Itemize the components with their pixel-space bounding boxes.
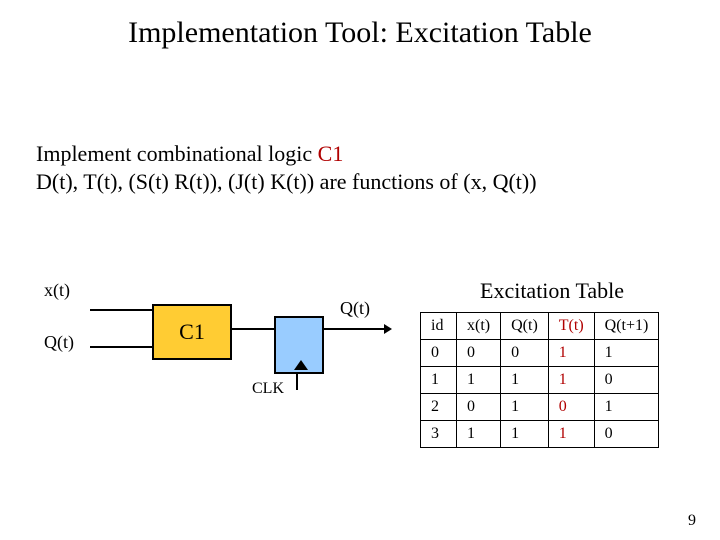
body-line2: D(t), T(t), (S(t) R(t)), (J(t) K(t)) are… bbox=[36, 169, 537, 194]
cell: 0 bbox=[594, 421, 659, 448]
body-text: Implement combinational logic C1 D(t), T… bbox=[36, 140, 537, 195]
block-diagram: x(t) Q(t) Q(t) CLK C1 bbox=[36, 268, 436, 428]
col-qt: Q(t) bbox=[501, 313, 549, 340]
cell: 3 bbox=[421, 421, 457, 448]
cell: 1 bbox=[594, 340, 659, 367]
cell: 1 bbox=[548, 340, 594, 367]
cell: 0 bbox=[457, 394, 501, 421]
flipflop-block bbox=[274, 316, 324, 374]
label-clk: CLK bbox=[252, 380, 284, 398]
table-row: 0 0 0 1 1 bbox=[421, 340, 659, 367]
col-tt: T(t) bbox=[548, 313, 594, 340]
clock-triangle-icon bbox=[294, 360, 308, 370]
cell: 1 bbox=[594, 394, 659, 421]
c1-block-label: C1 bbox=[179, 319, 205, 345]
col-qt1: Q(t+1) bbox=[594, 313, 659, 340]
cell: 1 bbox=[457, 367, 501, 394]
body-line1-pre: Implement combinational logic bbox=[36, 141, 318, 166]
cell: 1 bbox=[457, 421, 501, 448]
cell: 1 bbox=[501, 421, 549, 448]
slide-title: Implementation Tool: Excitation Table bbox=[0, 16, 720, 50]
col-xt: x(t) bbox=[457, 313, 501, 340]
cell: 0 bbox=[548, 394, 594, 421]
cell: 0 bbox=[594, 367, 659, 394]
table-header-row: id x(t) Q(t) T(t) Q(t+1) bbox=[421, 313, 659, 340]
wire-c1-out bbox=[232, 328, 276, 330]
cell: 0 bbox=[501, 340, 549, 367]
cell: 1 bbox=[501, 367, 549, 394]
body-line1-c1: C1 bbox=[318, 141, 344, 166]
table-row: 3 1 1 1 0 bbox=[421, 421, 659, 448]
table-row: 2 0 1 0 1 bbox=[421, 394, 659, 421]
label-xt: x(t) bbox=[44, 280, 70, 301]
wire-q bbox=[90, 346, 152, 348]
excitation-table: id x(t) Q(t) T(t) Q(t+1) 0 0 0 1 1 1 1 1… bbox=[420, 312, 659, 448]
c1-block: C1 bbox=[152, 304, 232, 360]
cell: 1 bbox=[501, 394, 549, 421]
cell: 2 bbox=[421, 394, 457, 421]
label-qt-output: Q(t) bbox=[340, 298, 370, 319]
table-title: Excitation Table bbox=[480, 278, 624, 304]
col-id: id bbox=[421, 313, 457, 340]
wire-x bbox=[90, 309, 152, 311]
wire-clk bbox=[296, 374, 298, 390]
cell: 1 bbox=[421, 367, 457, 394]
label-qt-input: Q(t) bbox=[44, 332, 74, 353]
cell: 0 bbox=[457, 340, 501, 367]
page-number: 9 bbox=[688, 512, 696, 530]
cell: 0 bbox=[421, 340, 457, 367]
cell: 1 bbox=[548, 421, 594, 448]
table-row: 1 1 1 1 0 bbox=[421, 367, 659, 394]
cell: 1 bbox=[548, 367, 594, 394]
